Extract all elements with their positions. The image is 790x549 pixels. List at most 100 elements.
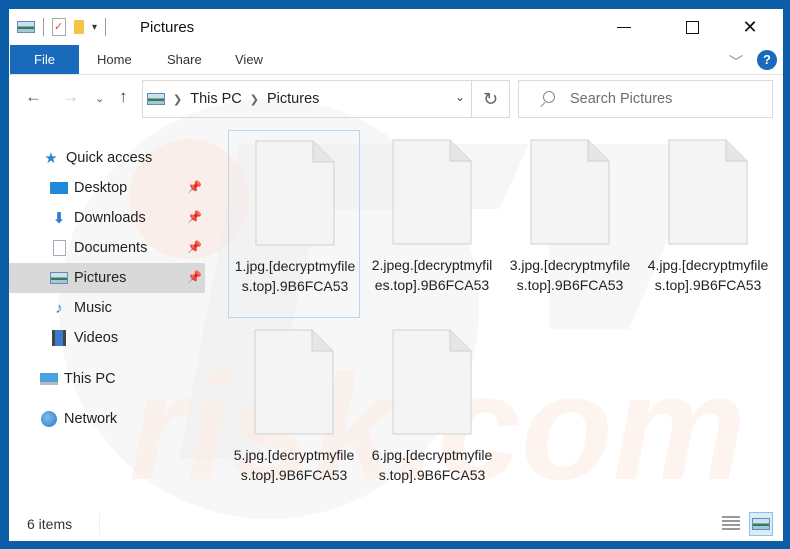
file-item[interactable]: 2.jpeg.[decryptmyfiles.top].9B6FCA53 bbox=[366, 130, 498, 318]
pin-icon[interactable]: 📌 bbox=[187, 180, 202, 194]
recent-locations-chevron-icon[interactable]: ⌄ bbox=[95, 92, 104, 105]
sidebar-item-label: Documents bbox=[74, 240, 148, 256]
ribbon: File Home Share View ﹀ ? bbox=[9, 45, 783, 75]
desktop-icon bbox=[50, 182, 68, 194]
sidebar-item-documents[interactable]: Documents 📌 bbox=[9, 233, 205, 263]
status-bar: 6 items bbox=[9, 509, 783, 541]
this-pc-icon-wrap bbox=[40, 371, 58, 387]
navigation-pane: ★ Quick access Desktop 📌 ⬇ Downloads 📌 D… bbox=[9, 125, 209, 500]
minimize-icon bbox=[617, 26, 631, 28]
sidebar-item-label: Desktop bbox=[74, 180, 128, 196]
details-view-icon-line bbox=[722, 528, 740, 530]
refresh-button[interactable]: ↻ bbox=[472, 80, 510, 118]
maximize-button[interactable] bbox=[669, 9, 715, 45]
file-item[interactable]: 3.jpg.[decryptmyfiles.top].9B6FCA53 bbox=[504, 130, 636, 318]
blank-file-icon bbox=[255, 140, 335, 246]
item-count: 6 items bbox=[27, 516, 73, 532]
file-item[interactable]: 4.jpg.[decryptmyfiles.top].9B6FCA53 bbox=[642, 130, 774, 318]
toolbar-divider bbox=[105, 18, 107, 36]
pictures-icon-wrap bbox=[50, 270, 68, 286]
pin-icon[interactable]: 📌 bbox=[187, 270, 202, 284]
forward-arrow-icon[interactable]: → bbox=[62, 87, 79, 107]
this-pc-icon bbox=[40, 373, 58, 385]
blank-file-icon bbox=[392, 329, 472, 435]
address-bar[interactable]: ❯ This PC ❯ Pictures ⌄ bbox=[142, 80, 472, 118]
music-icon: ♪ bbox=[55, 299, 63, 317]
window-title: Pictures bbox=[140, 19, 195, 36]
back-arrow-icon[interactable]: ← bbox=[25, 87, 42, 107]
sidebar-item-network[interactable]: Network bbox=[9, 404, 205, 434]
large-icons-view-button[interactable] bbox=[749, 512, 773, 536]
pin-icon[interactable]: 📌 bbox=[187, 210, 202, 224]
up-arrow-icon[interactable]: ↑ bbox=[119, 87, 128, 107]
sidebar-item-label: Music bbox=[74, 300, 112, 316]
file-item[interactable]: 1.jpg.[decryptmyfiles.top].9B6FCA53 bbox=[228, 130, 360, 318]
file-item[interactable]: 5.jpg.[decryptmyfiles.top].9B6FCA53 bbox=[228, 320, 360, 500]
file-name: 6.jpg.[decryptmyfiles.top].9B6FCA53 bbox=[371, 447, 493, 483]
downloads-icon: ⬇ bbox=[52, 210, 66, 227]
title-bar: ▾ Pictures ✕ bbox=[9, 9, 783, 45]
toolbar-divider bbox=[43, 18, 44, 36]
file-list: 1.jpg.[decryptmyfiles.top].9B6FCA53 2.jp… bbox=[217, 125, 783, 500]
sidebar-item-downloads[interactable]: ⬇ Downloads 📌 bbox=[9, 203, 205, 233]
documents-icon bbox=[52, 240, 66, 256]
sidebar-item-label: Videos bbox=[74, 330, 119, 346]
explorer-window: risk.com ▾ Pictures ✕ File Home Share Vi… bbox=[9, 9, 783, 541]
blank-file-icon bbox=[668, 139, 748, 245]
maximize-icon bbox=[685, 20, 699, 34]
sidebar-item-videos[interactable]: Videos bbox=[9, 323, 205, 353]
file-item[interactable]: 6.jpg.[decryptmyfiles.top].9B6FCA53 bbox=[366, 320, 498, 500]
address-dropdown-icon[interactable]: ⌄ bbox=[455, 90, 465, 104]
network-icon bbox=[41, 411, 57, 427]
breadcrumb-pictures[interactable]: Pictures bbox=[267, 91, 319, 107]
tab-share[interactable]: Share bbox=[167, 45, 202, 74]
customize-dropdown-icon[interactable]: ▾ bbox=[92, 22, 97, 33]
status-divider bbox=[99, 513, 100, 535]
minimize-button[interactable] bbox=[601, 9, 647, 45]
sidebar-item-label: This PC bbox=[64, 371, 116, 387]
desktop-icon-wrap bbox=[50, 180, 68, 196]
sidebar-item-this-pc[interactable]: This PC bbox=[9, 364, 205, 394]
help-button[interactable]: ? bbox=[757, 50, 777, 70]
blank-file-icon bbox=[530, 139, 610, 245]
refresh-icon: ↻ bbox=[482, 89, 499, 109]
details-view-button[interactable] bbox=[722, 516, 740, 532]
pin-icon[interactable]: 📌 bbox=[187, 240, 202, 254]
documents-icon-wrap bbox=[50, 240, 68, 256]
videos-icon-wrap bbox=[50, 330, 68, 346]
file-name: 2.jpeg.[decryptmyfiles.top].9B6FCA53 bbox=[371, 257, 493, 293]
large-icons-view-icon bbox=[752, 518, 770, 530]
search-box[interactable] bbox=[518, 80, 773, 118]
sidebar-item-music[interactable]: ♪ Music bbox=[9, 293, 205, 323]
details-view-icon-line bbox=[722, 520, 740, 522]
pictures-icon bbox=[17, 21, 35, 33]
sidebar-item-label: Pictures bbox=[74, 270, 127, 286]
file-name: 1.jpg.[decryptmyfiles.top].9B6FCA53 bbox=[234, 258, 356, 294]
breadcrumb-this-pc[interactable]: This PC bbox=[190, 91, 242, 107]
sidebar-item-pictures[interactable]: Pictures 📌 bbox=[9, 263, 205, 293]
sidebar-item-quick-access[interactable]: ★ Quick access bbox=[9, 143, 205, 173]
sidebar-item-label: Network bbox=[64, 411, 118, 427]
sidebar-item-desktop[interactable]: Desktop 📌 bbox=[9, 173, 205, 203]
tab-file[interactable]: File bbox=[10, 45, 79, 74]
videos-icon bbox=[52, 330, 66, 346]
sidebar-item-label: Quick access bbox=[66, 150, 153, 166]
tab-home[interactable]: Home bbox=[97, 45, 132, 74]
tab-view[interactable]: View bbox=[235, 45, 263, 74]
file-name: 5.jpg.[decryptmyfiles.top].9B6FCA53 bbox=[233, 447, 355, 483]
close-button[interactable]: ✕ bbox=[727, 9, 773, 45]
quick-access-toolbar: ▾ bbox=[17, 18, 107, 36]
search-icon bbox=[539, 91, 555, 107]
breadcrumb-separator-icon[interactable]: ❯ bbox=[250, 93, 259, 106]
star-icon: ★ bbox=[44, 150, 58, 167]
properties-icon[interactable] bbox=[52, 18, 66, 36]
close-icon: ✕ bbox=[742, 16, 758, 37]
search-input[interactable] bbox=[570, 91, 760, 107]
expand-ribbon-chevron-icon[interactable]: ﹀ bbox=[729, 52, 743, 72]
breadcrumb-separator-icon: ❯ bbox=[173, 93, 183, 106]
file-name: 3.jpg.[decryptmyfiles.top].9B6FCA53 bbox=[509, 257, 631, 293]
sidebar-item-label: Downloads bbox=[74, 210, 146, 226]
details-view-icon-line bbox=[722, 524, 740, 526]
pictures-icon bbox=[147, 93, 165, 105]
new-folder-icon[interactable] bbox=[74, 20, 84, 34]
